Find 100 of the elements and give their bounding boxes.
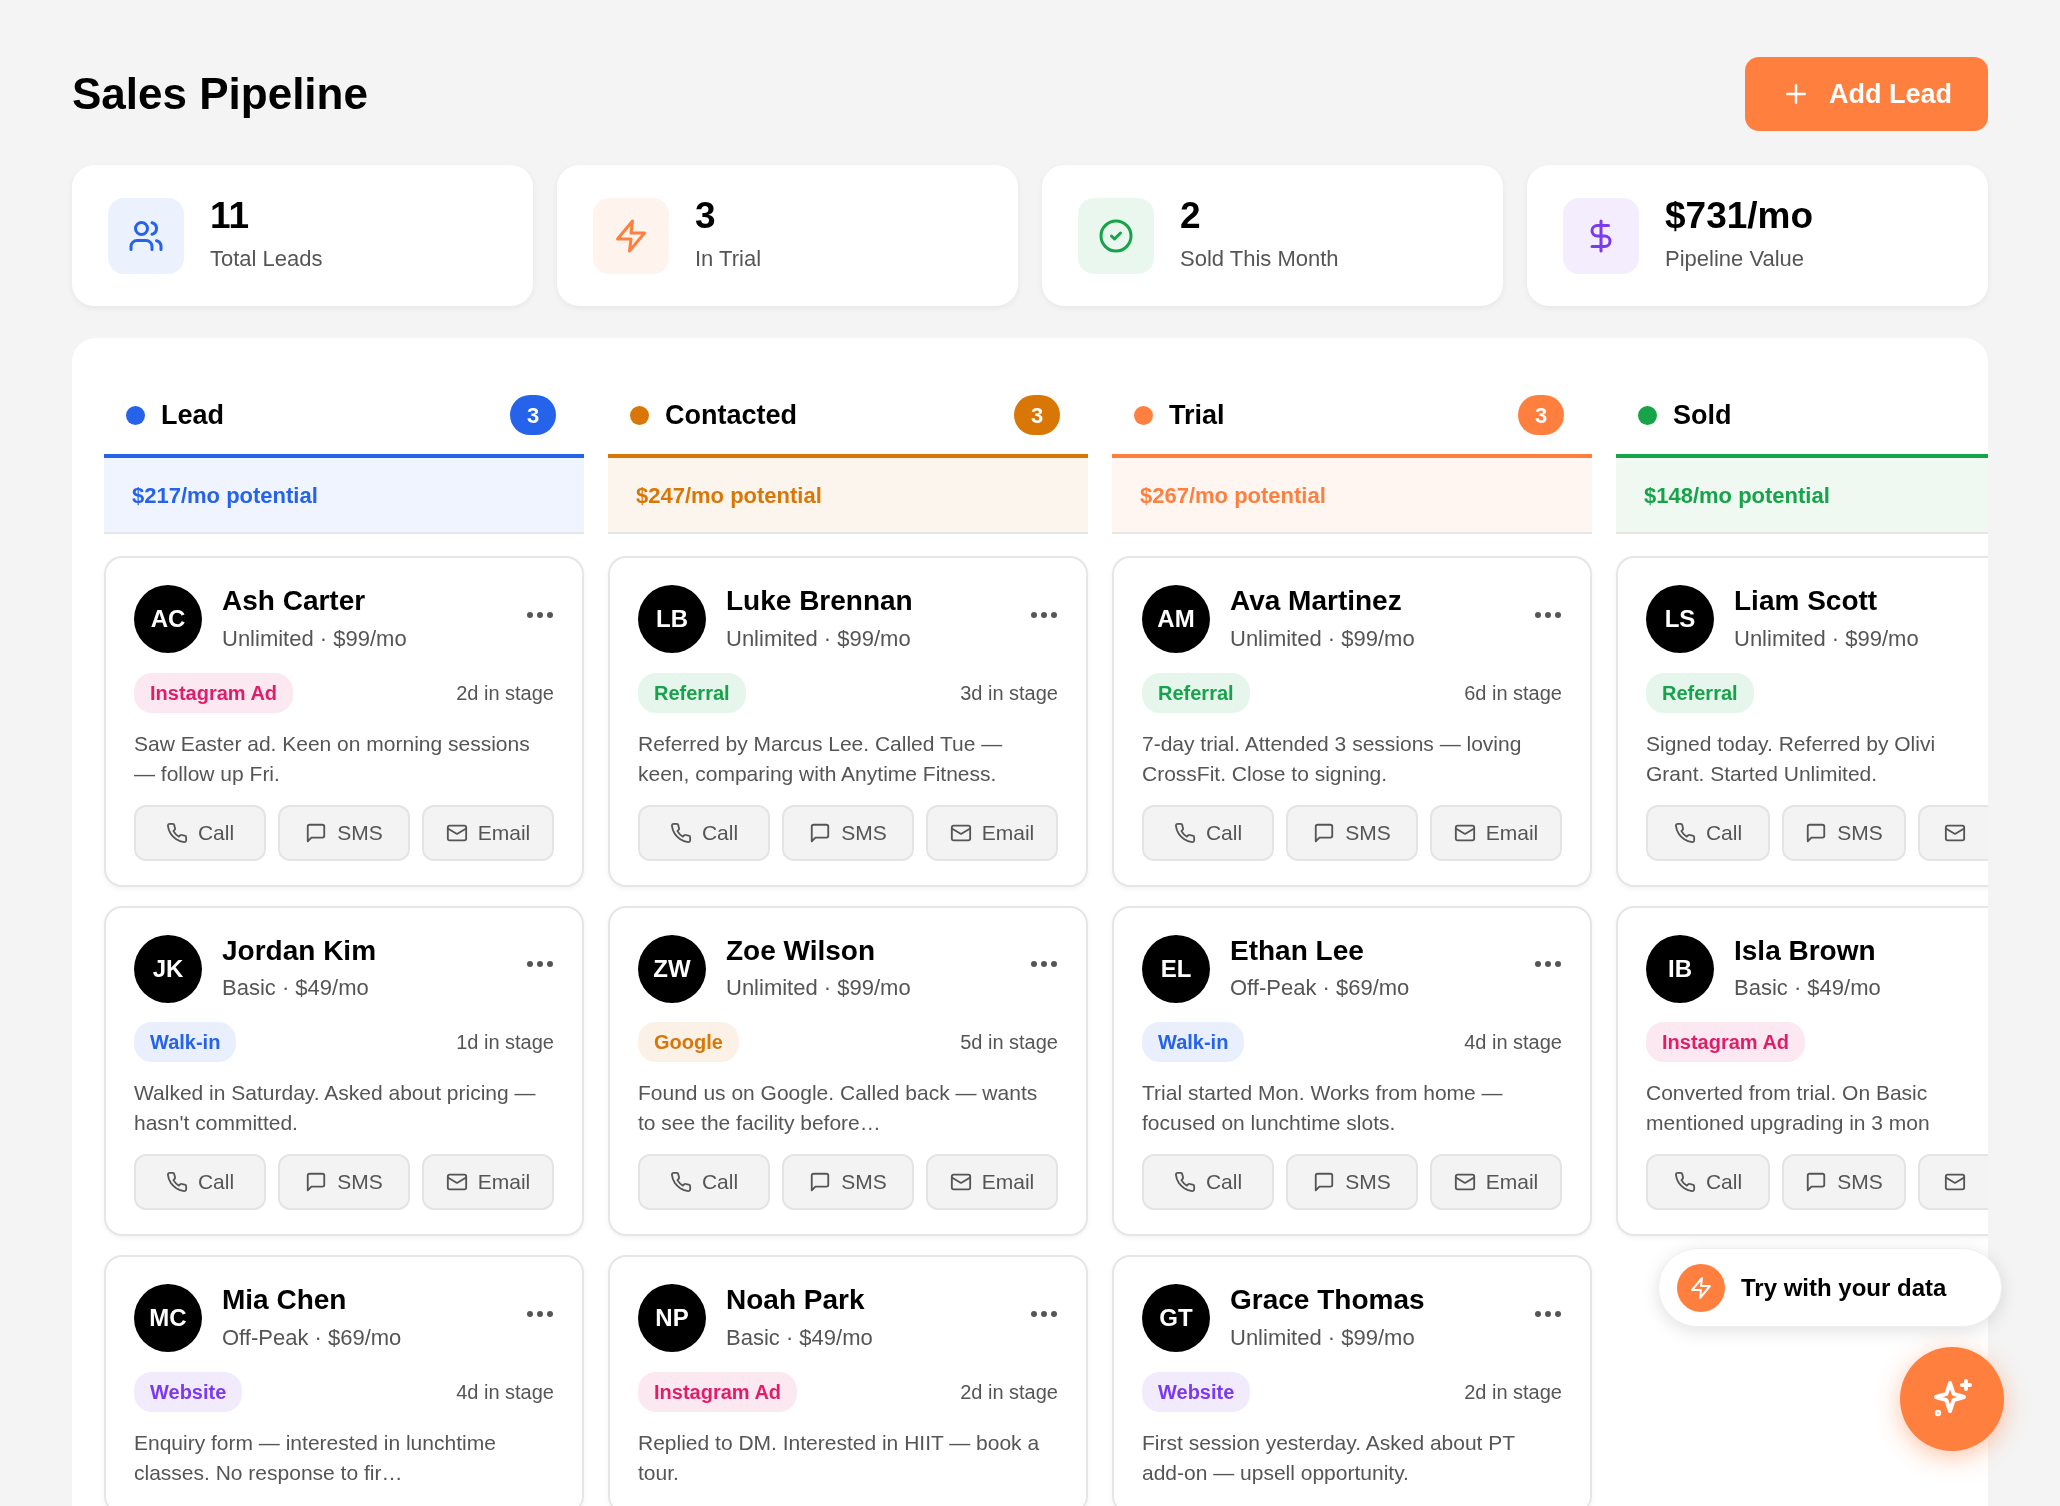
- call-button[interactable]: Call: [1646, 804, 1770, 861]
- source-tag: Website: [134, 1371, 243, 1412]
- count-badge: 3: [510, 395, 556, 435]
- call-button[interactable]: Call: [1646, 1154, 1770, 1211]
- stage-time: 3d in stage: [960, 680, 1058, 706]
- lead-note: Enquiry form — interested in lunchtime classes. No response to fir…: [134, 1429, 497, 1486]
- stat-value: 2: [1180, 195, 1202, 237]
- stage-time: 4d in stage: [1464, 1030, 1562, 1056]
- column-title: Contacted: [665, 398, 797, 432]
- email-button[interactable]: Email: [422, 804, 554, 861]
- lead-name: Isla Brown: [1734, 933, 1877, 968]
- lead-note: Converted from trial. On Basic mentioned upgrading in 3 mon: [1646, 1080, 1931, 1137]
- source-tag: Website: [1142, 1371, 1251, 1412]
- call-button[interactable]: Call: [134, 804, 266, 861]
- call-button[interactable]: Call: [1142, 1154, 1274, 1211]
- lead-name: Ava Martinez: [1230, 584, 1403, 618]
- potential-value: $217/mo potential: [104, 458, 584, 534]
- source-tag: Instagram Ad: [1646, 1022, 1806, 1063]
- source-tag: Referral: [1646, 672, 1754, 713]
- email-button[interactable]: Email: [926, 1154, 1058, 1211]
- call-button[interactable]: Call: [638, 1154, 770, 1211]
- count-badge: 3: [1014, 395, 1060, 435]
- plan-price: Basic · $49/mo: [726, 1323, 873, 1352]
- column-title: Trial: [1169, 398, 1225, 432]
- email-button[interactable]: Email: [926, 804, 1058, 861]
- plan-price: Off-Peak · $69/mo: [222, 1323, 402, 1352]
- lead-name: Mia Chen: [222, 1283, 348, 1317]
- lead-name: Grace Thomas: [1230, 1283, 1425, 1317]
- lead-note: Trial started Mon. Works from home — focused on lunchtime slots.: [1142, 1080, 1504, 1137]
- lead-name: Ethan Lee: [1230, 933, 1365, 968]
- stage-time: 6d in stage: [1464, 680, 1562, 706]
- potential-value: $267/mo potential: [1112, 458, 1592, 534]
- stage-time: 2d in stage: [1464, 1379, 1562, 1405]
- plan-price: Basic · $49/mo: [1734, 974, 1881, 1003]
- potential-value: $148/mo potential: [1616, 458, 1988, 534]
- lead-note: First session yesterday. Asked about PT add-on — upsell opportunity.: [1142, 1429, 1516, 1486]
- stat-value: $731/mo: [1665, 195, 1814, 237]
- stat-label: Total Leads: [210, 245, 323, 274]
- stat-label: Sold This Month: [1180, 245, 1339, 274]
- call-button[interactable]: Call: [1142, 804, 1274, 861]
- avatar: EL: [1142, 934, 1210, 1003]
- count-badge: 3: [1518, 395, 1564, 435]
- source-tag: Walk-in: [134, 1022, 237, 1063]
- lead-note: Saw Easter ad. Keen on morning sessions — follow up Fri.: [134, 730, 531, 787]
- sms-button[interactable]: SMS: [1782, 1154, 1906, 1211]
- sms-button[interactable]: SMS: [782, 1154, 914, 1211]
- avatar: NP: [638, 1284, 706, 1353]
- source-tag: Walk-in: [1142, 1022, 1245, 1063]
- avatar: ZW: [638, 934, 706, 1003]
- stat-value: 11: [210, 195, 251, 237]
- email-button[interactable]: Email: [1430, 1154, 1562, 1211]
- plan-price: Unlimited · $99/mo: [222, 624, 407, 653]
- avatar: LS: [1646, 585, 1714, 654]
- avatar: AM: [1142, 585, 1210, 654]
- lead-name: Luke Brennan: [726, 584, 913, 618]
- sms-button[interactable]: SMS: [1782, 804, 1906, 861]
- plan-price: Unlimited · $99/mo: [726, 974, 911, 1003]
- email-button[interactable]: Email: [422, 1154, 554, 1211]
- page-title: Sales Pipeline: [72, 67, 368, 120]
- lead-note: Signed today. Referred by Olivi Grant. Started Unlimited.: [1646, 730, 1937, 787]
- sms-button[interactable]: SMS: [278, 1154, 410, 1211]
- source-tag: Google: [638, 1022, 739, 1063]
- try-data-pill[interactable]: Try with your data: [1658, 1248, 2002, 1327]
- source-tag: Instagram Ad: [134, 672, 294, 713]
- stage-time: 4d in stage: [456, 1379, 554, 1405]
- lead-note: Found us on Google. Called back — wants to see the facility before…: [638, 1080, 1039, 1137]
- lead-name: Ash Carter: [222, 584, 367, 618]
- plan-price: Basic · $49/mo: [222, 974, 370, 1003]
- avatar: LB: [638, 585, 706, 654]
- avatar: AC: [134, 585, 202, 654]
- column-title: Lead: [161, 398, 225, 432]
- stage-time: 1d in stage: [456, 1030, 554, 1056]
- plan-price: Unlimited · $99/mo: [1230, 1323, 1416, 1352]
- stage-time: 2d in stage: [960, 1379, 1058, 1405]
- lead-note: Replied to DM. Interested in HIIT — book a tour.: [638, 1429, 1041, 1486]
- stat-label: In Trial: [695, 245, 762, 274]
- sms-button[interactable]: SMS: [1286, 1154, 1418, 1211]
- call-button[interactable]: Call: [638, 804, 770, 861]
- avatar: MC: [134, 1284, 202, 1353]
- column-title: Sold: [1673, 398, 1732, 432]
- call-button[interactable]: Call: [134, 1154, 266, 1211]
- lead-note: Referred by Marcus Lee. Called Tue — keen, comparing with Anytime Fitness.: [638, 730, 1004, 787]
- sms-button[interactable]: SMS: [782, 804, 914, 861]
- plan-price: Unlimited · $99/mo: [726, 624, 912, 653]
- plan-price: Unlimited · $99/mo: [1734, 624, 1919, 653]
- email-button[interactable]: Email: [1430, 804, 1562, 861]
- stage-time: 5d in stage: [960, 1030, 1058, 1056]
- lead-note: Walked in Saturday. Asked about pricing — hasn't committed.: [134, 1080, 537, 1137]
- lead-name: Jordan Kim: [222, 933, 377, 968]
- source-tag: Referral: [638, 672, 746, 713]
- source-tag: Instagram Ad: [638, 1371, 798, 1412]
- sms-button[interactable]: SMS: [1286, 804, 1418, 861]
- potential-value: $247/mo potential: [608, 458, 1088, 534]
- stat-value: 3: [695, 195, 717, 237]
- avatar: GT: [1142, 1284, 1210, 1353]
- lead-name: Zoe Wilson: [726, 933, 877, 968]
- source-tag: Referral: [1142, 672, 1250, 713]
- lead-note: 7-day trial. Attended 3 sessions — loving CrossFit. Close to signing.: [1142, 730, 1523, 787]
- plan-price: Unlimited · $99/mo: [1230, 624, 1415, 653]
- sms-button[interactable]: SMS: [278, 804, 410, 861]
